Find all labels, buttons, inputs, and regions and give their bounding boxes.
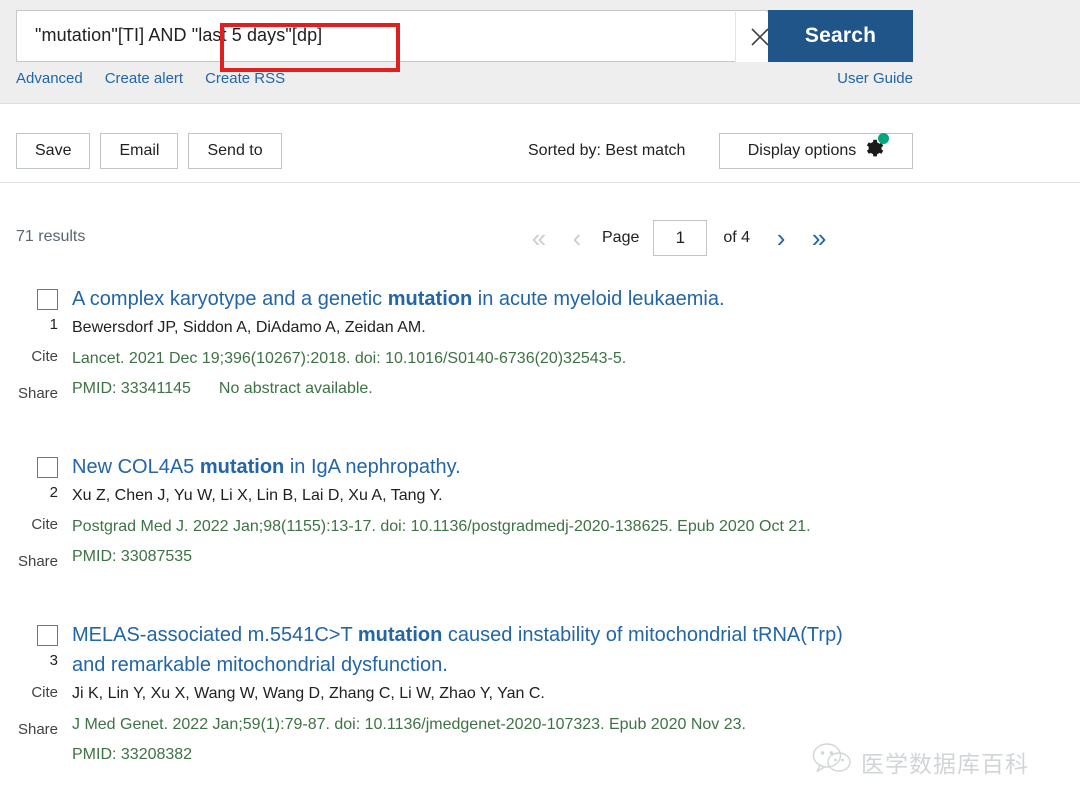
first-page-button[interactable]: « — [520, 225, 558, 251]
action-button-group: Save Email Send to — [16, 133, 282, 169]
results-list: 1 Cite Share A complex karyotype and a g… — [0, 272, 1080, 767]
save-button[interactable]: Save — [16, 133, 91, 169]
result-citation: Lancet. 2021 Dec 19;396(10267):2018. doi… — [72, 349, 627, 367]
pagination: « ‹ Page of 4 › » — [520, 218, 838, 258]
page-number-input[interactable] — [653, 220, 708, 256]
result-side-column: 2 Cite Share — [0, 440, 72, 570]
result-item: 3 Cite Share MELAS-associated m.5541C>T … — [0, 608, 1080, 767]
result-authors: Ji K, Lin Y, Xu X, Wang W, Wang D, Zhang… — [72, 685, 545, 702]
result-pmid: PMID: 33087535 — [72, 548, 193, 566]
cite-link[interactable]: Cite — [0, 516, 58, 533]
result-meta: PMID: 33087535 — [72, 544, 905, 569]
title-highlight: mutation — [387, 288, 473, 310]
result-side-column: 3 Cite Share — [0, 608, 72, 767]
page-label: Page — [602, 229, 640, 246]
title-post: in acute myeloid leukaemia. — [472, 288, 725, 310]
result-authors: Xu Z, Chen J, Yu W, Li X, Lin B, Lai D, … — [72, 487, 443, 504]
title-pre: New COL4A5 — [72, 456, 200, 478]
result-title-link[interactable]: A complex karyotype and a genetic mutati… — [72, 284, 930, 314]
result-checkbox[interactable] — [37, 289, 58, 310]
result-item: 1 Cite Share A complex karyotype and a g… — [0, 272, 1080, 402]
result-checkbox[interactable] — [37, 625, 58, 646]
share-link[interactable]: Share — [0, 385, 58, 402]
result-authors: Bewersdorf JP, Siddon A, DiAdamo A, Zeid… — [72, 319, 426, 336]
create-rss-link[interactable]: Create RSS — [205, 70, 285, 87]
cite-link[interactable]: Cite — [0, 348, 58, 365]
total-pages-label: of 4 — [723, 229, 751, 246]
create-alert-link[interactable]: Create alert — [105, 70, 183, 87]
search-input[interactable]: "mutation"[TI] AND "last 5 days"[dp] — [16, 10, 784, 62]
header-links: Advanced Create alert Create RSS — [16, 70, 307, 87]
result-citation: J Med Genet. 2022 Jan;59(1):79-87. doi: … — [72, 715, 746, 733]
sorted-by-label: Sorted by: Best match — [528, 142, 686, 159]
result-body: MELAS-associated m.5541C>T mutation caus… — [72, 608, 1080, 767]
result-rank: 3 — [49, 652, 58, 669]
user-guide-link[interactable]: User Guide — [837, 70, 913, 87]
search-row: "mutation"[TI] AND "last 5 days"[dp] Sea… — [16, 10, 913, 72]
email-button[interactable]: Email — [100, 133, 179, 169]
prev-page-button[interactable]: ‹ — [558, 225, 596, 251]
display-options-badge — [878, 133, 890, 144]
result-title-link[interactable]: New COL4A5 mutation in IgA nephropathy. — [72, 452, 905, 482]
title-post: in IgA nephropathy. — [284, 456, 461, 478]
result-item: 2 Cite Share New COL4A5 mutation in IgA … — [0, 440, 1080, 570]
result-body: New COL4A5 mutation in IgA nephropathy. … — [72, 440, 1080, 570]
cite-link[interactable]: Cite — [0, 684, 58, 701]
advanced-link[interactable]: Advanced — [16, 70, 83, 87]
share-link[interactable]: Share — [0, 721, 58, 738]
next-page-button[interactable]: › — [762, 225, 800, 251]
result-checkbox[interactable] — [37, 457, 58, 478]
result-pmid: PMID: 33341145 — [72, 380, 191, 398]
send-to-button[interactable]: Send to — [188, 133, 282, 169]
result-meta: PMID: 33341145 No abstract available. — [72, 376, 930, 401]
display-options-label: Display options — [747, 142, 857, 159]
result-citation: Postgrad Med J. 2022 Jan;98(1155):13-17.… — [72, 517, 811, 535]
result-pmid: PMID: 33208382 — [72, 746, 193, 764]
results-count: 71 results — [16, 228, 86, 245]
search-button[interactable]: Search — [768, 10, 913, 62]
title-pre: MELAS-associated m.5541C>T — [72, 624, 358, 646]
title-highlight: mutation — [357, 624, 443, 646]
search-input-value: "mutation"[TI] AND "last 5 days"[dp] — [35, 25, 323, 45]
search-header: "mutation"[TI] AND "last 5 days"[dp] Sea… — [0, 0, 1080, 104]
title-pre: A complex karyotype and a genetic — [72, 288, 388, 310]
display-options-button[interactable]: Display options — [719, 133, 913, 169]
result-meta: PMID: 33208382 — [72, 742, 858, 767]
result-rank: 1 — [49, 316, 58, 333]
result-rank: 2 — [49, 484, 58, 501]
title-highlight: mutation — [199, 456, 285, 478]
last-page-button[interactable]: » — [800, 225, 838, 251]
result-body: A complex karyotype and a genetic mutati… — [72, 272, 1080, 402]
share-link[interactable]: Share — [0, 553, 58, 570]
result-side-column: 1 Cite Share — [0, 272, 72, 402]
gear-icon — [863, 133, 890, 164]
result-note: No abstract available. — [218, 380, 373, 398]
result-title-link[interactable]: MELAS-associated m.5541C>T mutation caus… — [72, 620, 858, 680]
